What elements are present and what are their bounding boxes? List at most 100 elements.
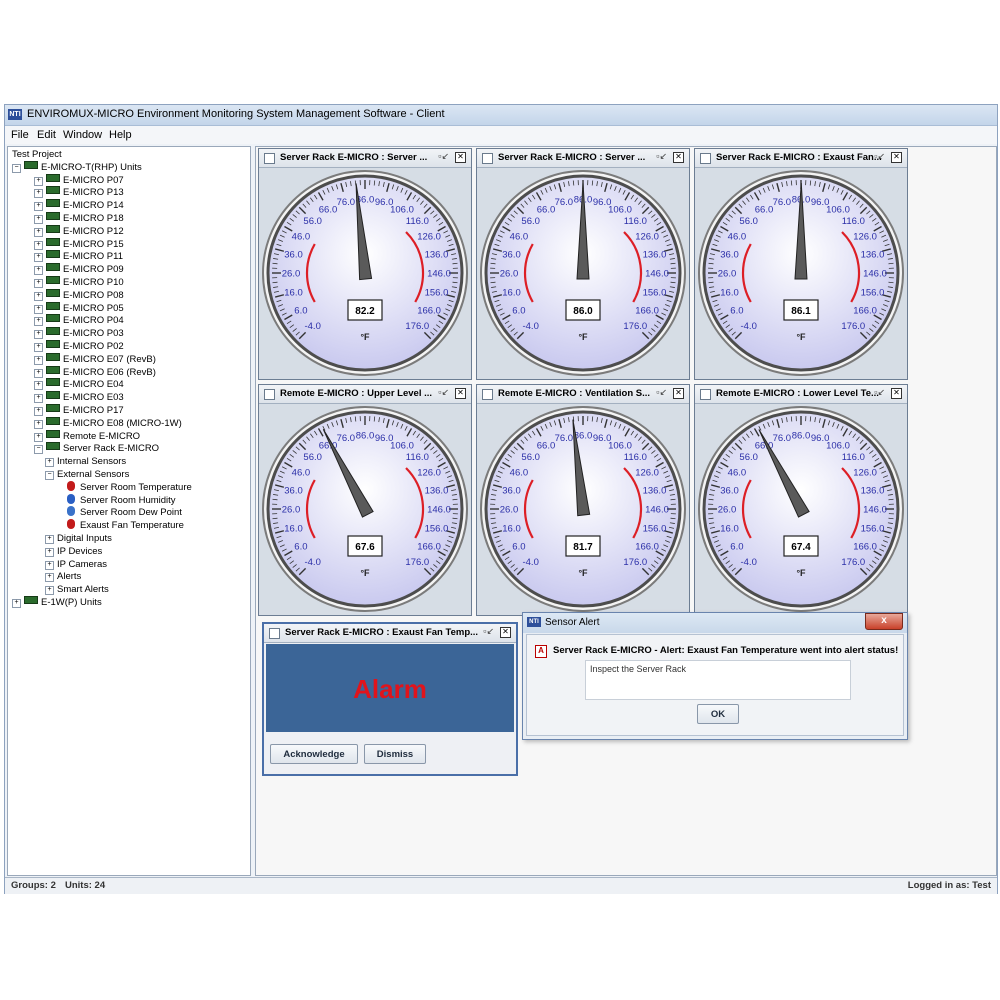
gauge-window-checkbox[interactable] (264, 389, 275, 400)
expand-icon[interactable]: + (34, 355, 43, 365)
close-icon[interactable]: ✕ (891, 152, 902, 163)
restore-icon[interactable]: ▫↙ (874, 387, 885, 398)
restore-icon[interactable]: ▫↙ (438, 387, 449, 398)
expand-icon[interactable]: + (45, 586, 54, 596)
expand-icon[interactable]: + (34, 330, 43, 340)
menu-edit[interactable]: Edit (37, 129, 56, 141)
menu-window[interactable]: Window (63, 129, 102, 141)
gauge-window[interactable]: Server Rack E-MICRO : Server ... ▫↙ ✕ -4.0 6… (258, 148, 472, 380)
tree-project-root[interactable]: Test Project (12, 148, 62, 161)
expand-icon[interactable]: + (34, 368, 43, 378)
expand-icon[interactable]: + (34, 407, 43, 416)
project-tree[interactable]: Test Project − E-MICRO-T(RHP) Units + E-MICR… (7, 146, 251, 876)
alarm-window-checkbox[interactable] (269, 628, 280, 639)
tree-unit[interactable]: + E-MICRO P13 (34, 186, 124, 199)
expand-icon[interactable]: + (45, 458, 54, 468)
tree-group[interactable]: − E-MICRO-T(RHP) Units (12, 160, 142, 174)
gauge-window-checkbox[interactable] (264, 153, 275, 164)
expand-icon[interactable]: + (34, 304, 43, 314)
menu-file[interactable]: File (11, 129, 29, 141)
close-icon[interactable]: ✕ (500, 627, 511, 638)
tree-group[interactable]: + E-1W(P) Units (12, 596, 102, 609)
gauge-window[interactable]: Server Rack E-MICRO : Exaust Fan... ▫↙ ✕ -4… (694, 148, 908, 380)
expand-icon[interactable]: + (34, 215, 43, 224)
tree-unit-child[interactable]: + IP Devices (45, 545, 102, 558)
expand-icon[interactable]: + (34, 317, 43, 327)
gauge-window-titlebar[interactable]: Server Rack E-MICRO : Server ... ▫↙ ✕ (477, 149, 689, 168)
expand-icon[interactable]: + (34, 291, 43, 301)
tree-unit[interactable]: + E-MICRO P11 (34, 250, 123, 263)
expand-icon[interactable]: + (34, 394, 43, 404)
expand-icon[interactable]: + (34, 279, 43, 288)
tree-unit-expanded[interactable]: − Server Rack E-MICRO (34, 442, 159, 455)
alarm-window[interactable]: Server Rack E-MICRO : Exaust Fan Temp...… (262, 622, 518, 776)
tree-sensor[interactable]: Server Room Temperature (67, 480, 192, 494)
gauge-window-titlebar[interactable]: Remote E-MICRO : Lower Level Te... ▫↙ ✕ (695, 385, 907, 404)
tree-sensor[interactable]: Server Room Humidity (67, 493, 176, 507)
gauge-window-checkbox[interactable] (700, 389, 711, 400)
collapse-icon[interactable]: − (45, 471, 54, 480)
tree-sensor[interactable]: Exaust Fan Temperature (67, 519, 184, 532)
tree-unit[interactable]: + E-MICRO P07 (34, 173, 124, 187)
tree-unit[interactable]: + E-MICRO E08 (MICRO-1W) (34, 416, 182, 430)
acknowledge-button[interactable]: Acknowledge (270, 744, 358, 764)
expand-icon[interactable]: + (34, 189, 43, 199)
tree-unit[interactable]: + E-MICRO E04 (34, 378, 124, 391)
tree-unit[interactable]: + E-MICRO E06 (RevB) (34, 365, 156, 379)
tree-unit[interactable]: + E-MICRO P14 (34, 199, 124, 212)
expand-icon[interactable]: + (34, 266, 43, 276)
restore-icon[interactable]: ▫↙ (656, 387, 667, 398)
gauge-window-checkbox[interactable] (482, 153, 493, 164)
restore-icon[interactable]: ▫↙ (874, 151, 885, 162)
gauge-window[interactable]: Server Rack E-MICRO : Server ... ▫↙ ✕ -4.0 6… (476, 148, 690, 380)
tree-unit[interactable]: + E-MICRO P12 (34, 224, 124, 238)
dialog-titlebar[interactable]: NTI Sensor Alert x (523, 613, 907, 633)
sensor-alert-dialog[interactable]: NTI Sensor Alert x A Server Rack E-MICRO… (522, 612, 908, 740)
tree-unit[interactable]: + E-MICRO P03 (34, 327, 124, 340)
gauge-window-checkbox[interactable] (700, 153, 711, 164)
dismiss-button[interactable]: Dismiss (364, 744, 426, 764)
expand-icon[interactable]: + (34, 202, 43, 212)
tree-unit[interactable]: + E-MICRO P02 (34, 340, 124, 353)
gauge-window-titlebar[interactable]: Server Rack E-MICRO : Server ... ▫↙ ✕ (259, 149, 471, 168)
gauge-window[interactable]: Remote E-MICRO : Upper Level ... ▫↙ ✕ -4.0 6… (258, 384, 472, 616)
collapse-icon[interactable]: − (12, 163, 21, 173)
tree-unit[interactable]: + Remote E-MICRO (34, 429, 140, 443)
alarm-window-titlebar[interactable]: Server Rack E-MICRO : Exaust Fan Temp...… (264, 624, 516, 643)
tree-unit[interactable]: + E-MICRO P17 (34, 404, 124, 417)
tree-unit[interactable]: + E-MICRO E03 (34, 391, 124, 404)
tree-unit-child[interactable]: + Smart Alerts (45, 583, 109, 596)
menu-help[interactable]: Help (109, 129, 132, 141)
tree-unit[interactable]: + E-MICRO P08 (34, 288, 124, 302)
tree-unit[interactable]: + E-MICRO P05 (34, 301, 124, 315)
tree-unit-child[interactable]: + Digital Inputs (45, 532, 112, 545)
close-icon[interactable]: ✕ (891, 388, 902, 399)
gauge-window-titlebar[interactable]: Server Rack E-MICRO : Exaust Fan... ▫↙ ✕ (695, 149, 907, 168)
dialog-close-button[interactable]: x (865, 613, 903, 630)
expand-icon[interactable]: + (45, 547, 54, 557)
tree-external-sensors[interactable]: − External Sensors (45, 468, 129, 481)
tree-unit[interactable]: + E-MICRO P18 (34, 212, 124, 225)
gauge-window[interactable]: Remote E-MICRO : Ventilation S... ▫↙ ✕ -4.0… (476, 384, 690, 616)
collapse-icon[interactable]: − (34, 445, 43, 455)
restore-icon[interactable]: ▫↙ (483, 626, 494, 637)
close-icon[interactable]: ✕ (673, 152, 684, 163)
expand-icon[interactable]: + (34, 176, 43, 186)
ok-button[interactable]: OK (697, 704, 739, 724)
tree-sensor[interactable]: Server Room Dew Point (67, 506, 182, 519)
tree-unit-child[interactable]: + Alerts (45, 570, 81, 583)
gauge-window[interactable]: Remote E-MICRO : Lower Level Te... ▫↙ ✕ -4.… (694, 384, 908, 616)
tree-unit[interactable]: + E-MICRO E07 (RevB) (34, 352, 156, 366)
expand-icon[interactable]: + (12, 599, 21, 608)
restore-icon[interactable]: ▫↙ (656, 151, 667, 162)
expand-icon[interactable]: + (34, 253, 43, 263)
expand-icon[interactable]: + (34, 227, 43, 237)
expand-icon[interactable]: + (45, 560, 54, 570)
tree-unit-child[interactable]: + IP Cameras (45, 558, 107, 571)
expand-icon[interactable]: + (34, 419, 43, 429)
expand-icon[interactable]: + (45, 535, 54, 544)
expand-icon[interactable]: + (45, 573, 54, 583)
close-icon[interactable]: ✕ (673, 388, 684, 399)
expand-icon[interactable]: + (34, 432, 43, 442)
gauge-window-titlebar[interactable]: Remote E-MICRO : Upper Level ... ▫↙ ✕ (259, 385, 471, 404)
